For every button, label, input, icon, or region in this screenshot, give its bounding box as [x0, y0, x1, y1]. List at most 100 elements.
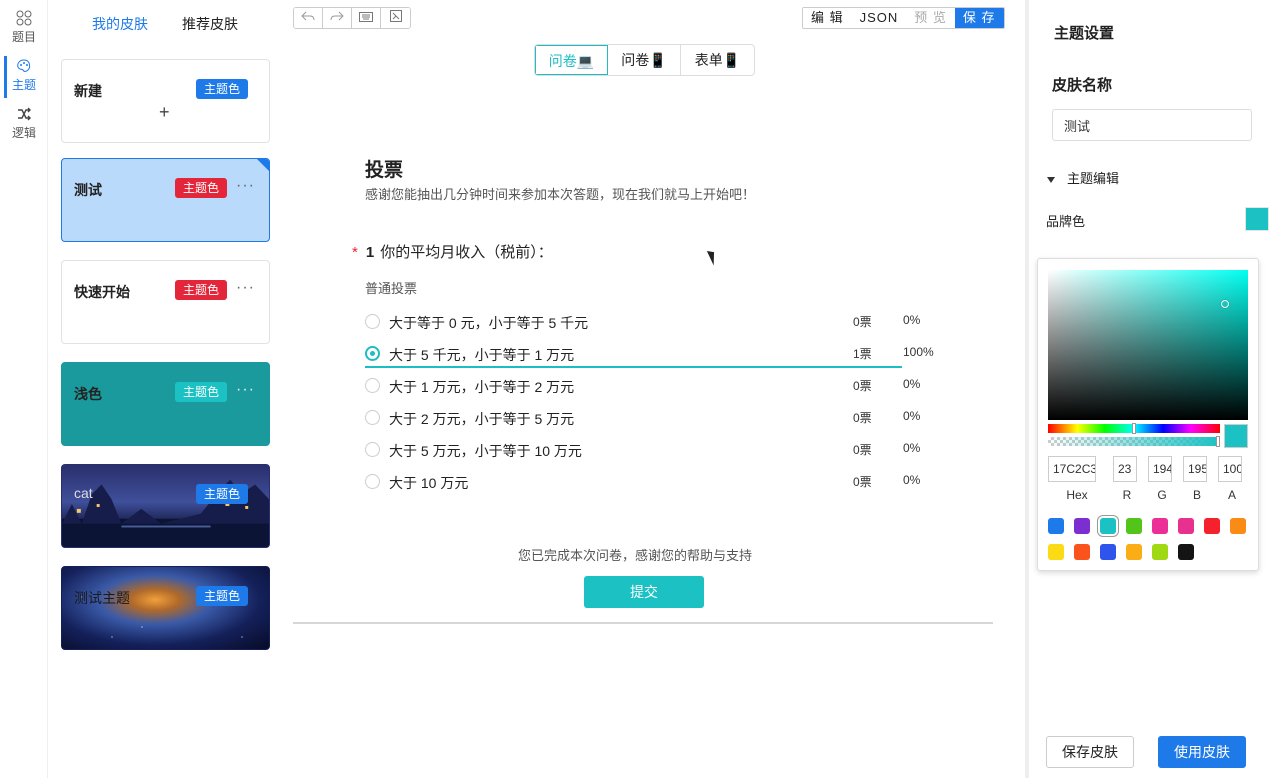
preview-button[interactable]: 预 览: [906, 8, 955, 28]
option-votes: 0票: [853, 473, 872, 490]
preset-color-swatch[interactable]: [1100, 518, 1116, 534]
skin-card-name: 测试主题: [74, 588, 130, 608]
saturation-handle[interactable]: [1221, 300, 1229, 308]
undo-button[interactable]: [294, 8, 323, 28]
more-icon[interactable]: ···: [236, 381, 255, 399]
preset-color-swatch[interactable]: [1074, 518, 1090, 534]
vote-progress-bar: [365, 366, 902, 368]
blue-input[interactable]: 195: [1183, 456, 1207, 482]
preset-color-swatch[interactable]: [1152, 518, 1168, 534]
vote-option[interactable]: 大于 2 万元，小于等于 5 万元0票0%: [365, 407, 925, 429]
save-button[interactable]: 保 存: [955, 8, 1004, 28]
preset-color-swatch[interactable]: [1126, 544, 1142, 560]
skin-card-name: 测试: [74, 180, 102, 200]
tab-my-skins[interactable]: 我的皮肤: [92, 14, 148, 34]
radio-button[interactable]: [365, 474, 380, 489]
vote-option[interactable]: 大于 10 万元0票0%: [365, 471, 925, 493]
option-percent: 0%: [903, 473, 920, 487]
red-label: R: [1113, 488, 1141, 502]
skin-card[interactable]: 测试主题 主题色: [61, 566, 270, 650]
radio-button[interactable]: [365, 378, 380, 393]
skin-card[interactable]: cat 主题色: [61, 464, 270, 548]
required-mark: *: [352, 244, 358, 261]
rail-item-logic[interactable]: 逻辑: [0, 100, 48, 144]
submit-button[interactable]: 提交: [584, 576, 704, 608]
skin-card-name: 新建: [74, 81, 102, 101]
preset-color-swatch[interactable]: [1048, 544, 1064, 560]
tab-recommended-skins[interactable]: 推荐皮肤: [182, 14, 238, 34]
skin-card[interactable]: 快速开始 主题色 ···: [61, 260, 270, 344]
skin-card[interactable]: 测试 主题色 ···: [61, 158, 270, 242]
skin-name-input[interactable]: [1052, 109, 1252, 141]
vote-option[interactable]: 大于 5 千元，小于等于 1 万元1票100%: [365, 343, 925, 365]
preset-color-swatch[interactable]: [1204, 518, 1220, 534]
vote-option[interactable]: 大于 5 万元，小于等于 10 万元0票0%: [365, 439, 925, 461]
alpha-handle[interactable]: [1216, 436, 1220, 447]
save-skin-button[interactable]: 保存皮肤: [1046, 736, 1134, 768]
skin-card-new[interactable]: 新建 主题色 +: [61, 59, 270, 143]
collapse-label: 主题编辑: [1067, 171, 1119, 186]
undo-icon: [301, 10, 315, 22]
current-color-preview: [1224, 424, 1248, 448]
more-icon[interactable]: ···: [236, 279, 255, 297]
radio-button[interactable]: [365, 442, 380, 457]
preset-color-swatch[interactable]: [1048, 518, 1064, 534]
preset-color-swatch[interactable]: [1126, 518, 1142, 534]
theme-color-badge: 主题色: [196, 484, 248, 504]
brand-color-swatch[interactable]: [1245, 207, 1269, 231]
skin-card[interactable]: 浅色 主题色 ···: [61, 362, 270, 446]
hue-handle[interactable]: [1132, 423, 1136, 434]
edit-button[interactable]: 编 辑: [803, 8, 852, 28]
option-label: 大于 5 万元，小于等于 10 万元: [389, 441, 582, 461]
option-votes: 0票: [853, 313, 872, 330]
edit-toolbar: [293, 7, 411, 29]
option-votes: 0票: [853, 377, 872, 394]
keyboard-button[interactable]: [352, 8, 381, 28]
survey-description: 感谢您能抽出几分钟时间来参加本次答题，现在我们就马上开始吧！: [365, 184, 755, 203]
theme-edit-collapse[interactable]: 主题编辑: [1047, 168, 1119, 187]
tab-survey-desktop[interactable]: 问卷💻: [535, 45, 608, 75]
palette-icon: [0, 58, 48, 76]
castle-background-image: [62, 465, 269, 547]
vote-option[interactable]: 大于 1 万元，小于等于 2 万元0票0%: [365, 375, 925, 397]
theme-color-badge: 主题色: [175, 280, 227, 300]
radio-button[interactable]: [365, 346, 380, 361]
rail-item-theme[interactable]: 主题: [0, 52, 48, 96]
more-icon[interactable]: ···: [236, 177, 255, 195]
skin-card-name: 浅色: [74, 384, 102, 404]
preset-color-swatch[interactable]: [1178, 544, 1194, 560]
rail-item-label: 主题: [12, 78, 36, 92]
panel-title: 主题设置: [1054, 22, 1114, 43]
question-text: 你的平均月收入（税前）：: [380, 244, 553, 261]
alpha-slider[interactable]: [1048, 437, 1220, 446]
apps-icon: [0, 10, 48, 28]
preset-color-swatch[interactable]: [1100, 544, 1116, 560]
preset-color-swatch[interactable]: [1074, 544, 1090, 560]
option-percent: 0%: [903, 313, 920, 327]
preset-color-swatch[interactable]: [1178, 518, 1194, 534]
preset-color-swatch[interactable]: [1230, 518, 1246, 534]
tab-survey-mobile[interactable]: 问卷📱: [608, 45, 681, 75]
option-label: 大于 5 千元，小于等于 1 万元: [389, 345, 574, 365]
red-input[interactable]: 23: [1113, 456, 1137, 482]
rail-item-label: 逻辑: [12, 126, 36, 140]
green-label: G: [1148, 488, 1176, 502]
skin-name-label: 皮肤名称: [1052, 74, 1112, 95]
green-input[interactable]: 194: [1148, 456, 1172, 482]
alpha-input[interactable]: 100: [1218, 456, 1242, 482]
saturation-area[interactable]: [1048, 270, 1248, 420]
skin-card-name: cat: [74, 485, 93, 501]
vote-option[interactable]: 大于等于 0 元，小于等于 5 千元0票0%: [365, 311, 925, 333]
json-button[interactable]: JSON: [852, 8, 907, 28]
radio-button[interactable]: [365, 314, 380, 329]
radio-button[interactable]: [365, 410, 380, 425]
option-percent: 100%: [903, 345, 934, 359]
tab-form-mobile[interactable]: 表单📱: [681, 45, 754, 75]
rail-item-label: 题目: [12, 30, 36, 44]
rail-item-questions[interactable]: 题目: [0, 4, 48, 48]
use-skin-button[interactable]: 使用皮肤: [1158, 736, 1246, 768]
hex-input[interactable]: 17C2C3: [1048, 456, 1096, 482]
redo-button[interactable]: [323, 8, 352, 28]
preset-color-swatch[interactable]: [1152, 544, 1168, 560]
clear-format-button[interactable]: [381, 8, 410, 28]
